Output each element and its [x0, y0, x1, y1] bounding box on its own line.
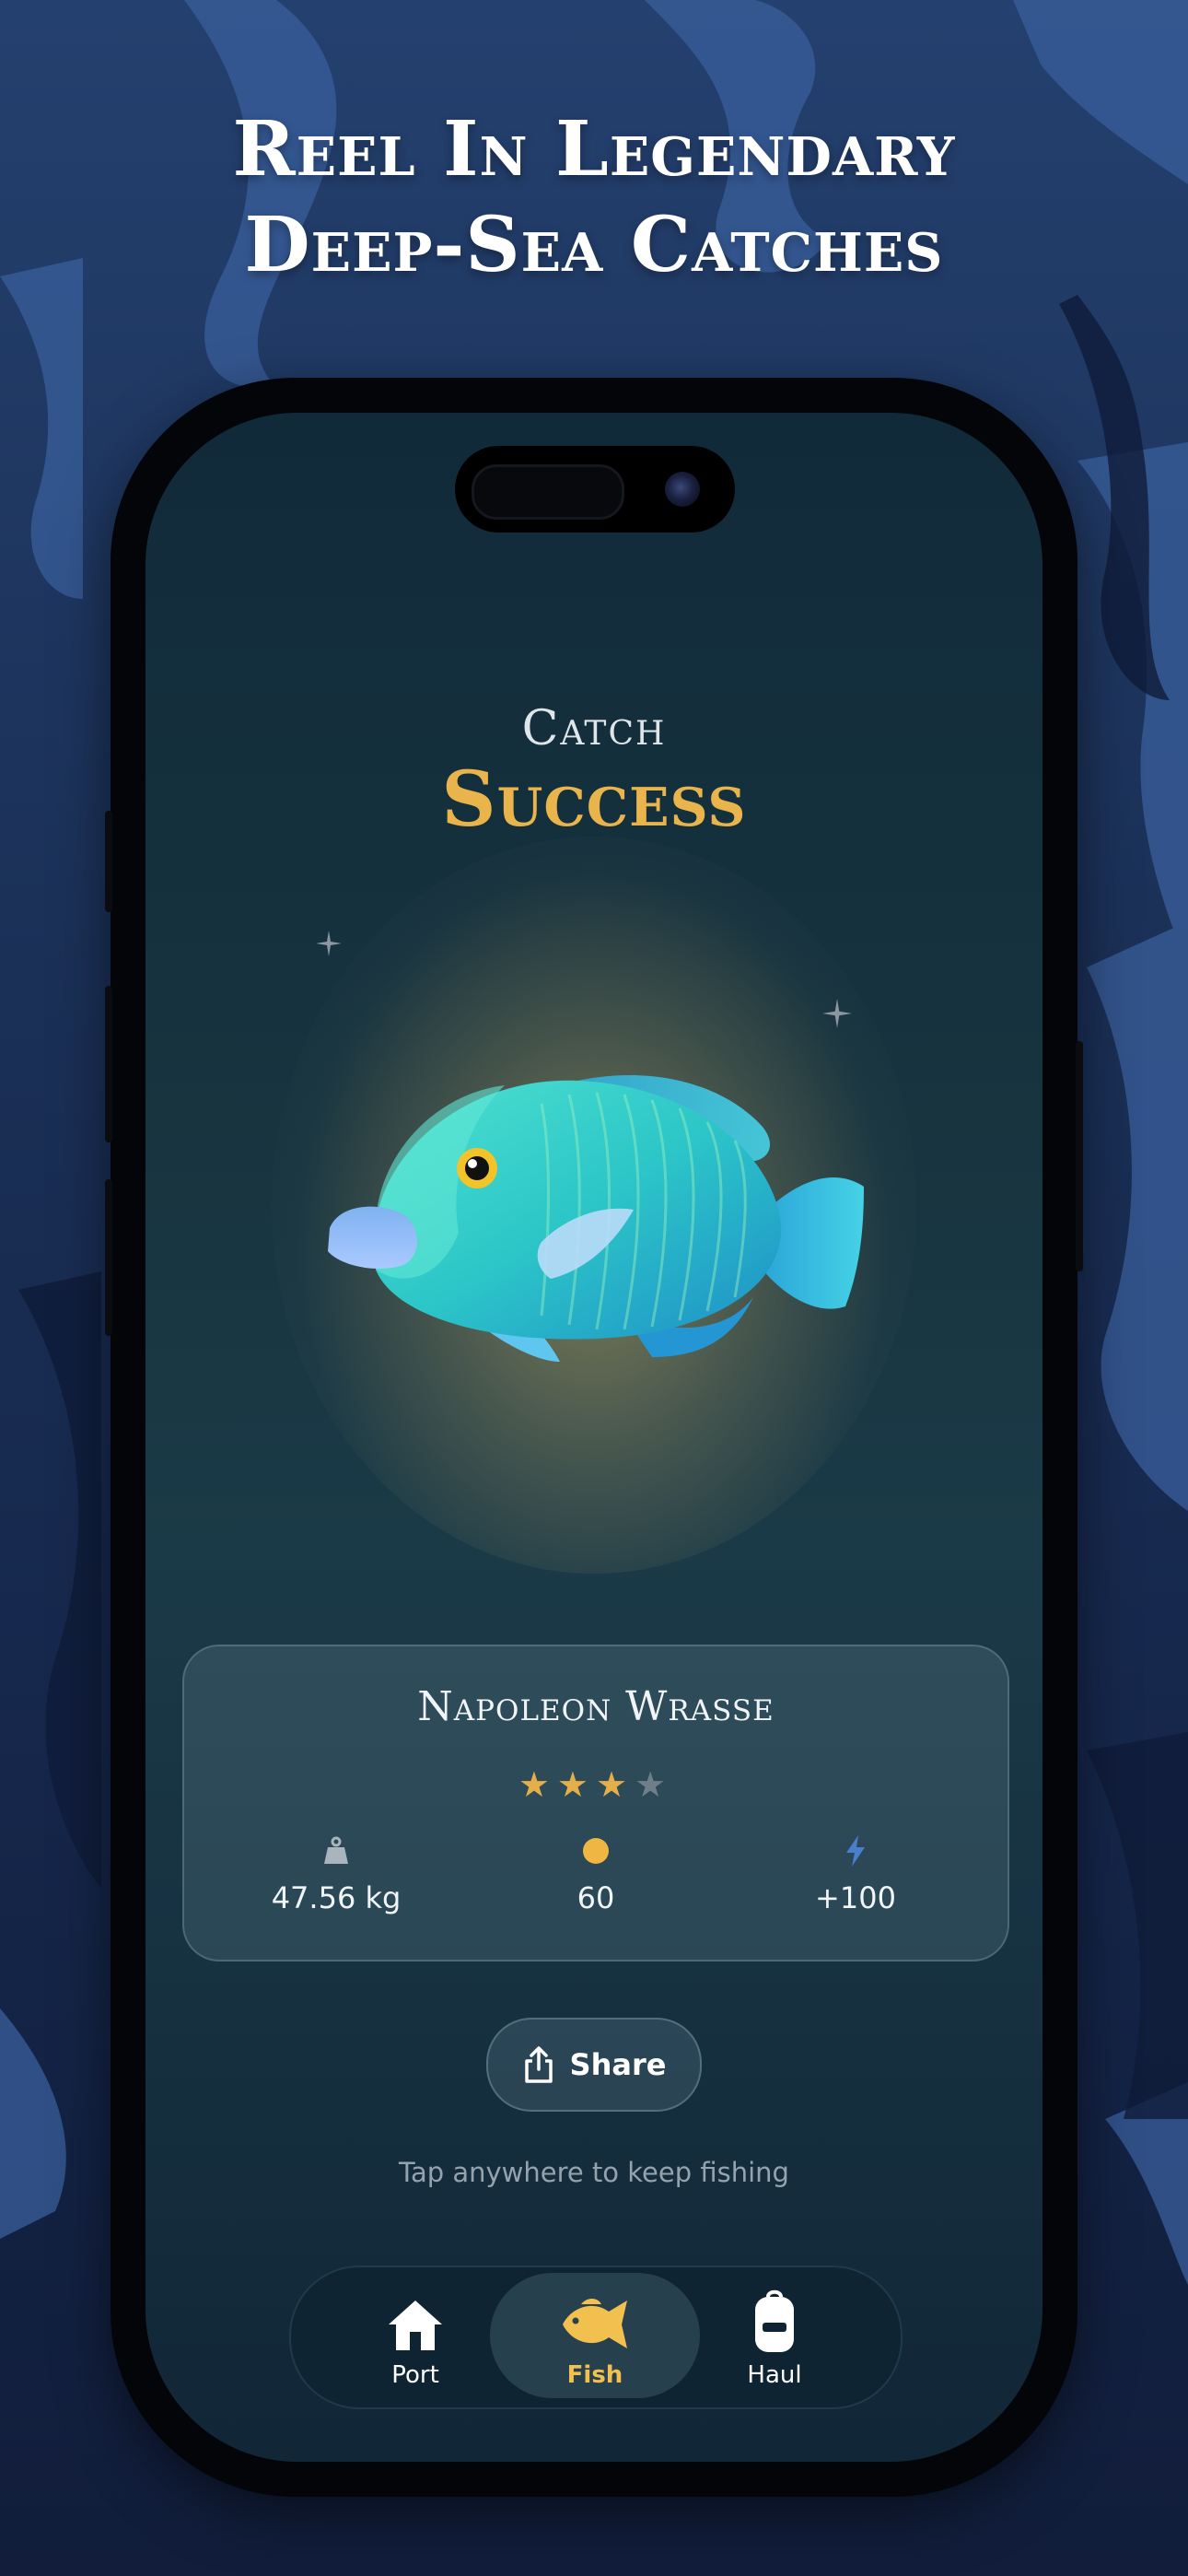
catch-title: Catch [521, 701, 667, 756]
phone-power-button [1076, 1041, 1083, 1271]
lightning-icon [736, 1831, 975, 1871]
star-filled-icon: ★ [596, 1764, 635, 1805]
stat-weight: 47.56 kg [216, 1831, 456, 1915]
bottom-tab-bar: Port Fish Haul [289, 2266, 903, 2409]
backpack-icon [705, 2284, 844, 2354]
weight-value: 47.56 kg [271, 1880, 402, 1915]
fish-name: Napoleon Wrasse [417, 1683, 775, 1730]
phone-volume-up-button [105, 986, 112, 1142]
headline-line-2: Deep-Sea Catches [244, 201, 944, 289]
star-filled-icon: ★ [556, 1764, 596, 1805]
rating-stars: ★★★★ [184, 1764, 1007, 1805]
share-button[interactable]: Share [486, 2018, 702, 2112]
share-icon [524, 2046, 553, 2083]
share-label: Share [569, 2047, 667, 2082]
tab-haul[interactable]: Haul [705, 2273, 844, 2398]
star-empty-icon: ★ [635, 1764, 674, 1805]
tab-fish[interactable]: Fish [490, 2273, 700, 2398]
phone-volume-down-button [105, 1179, 112, 1336]
phone-action-button [105, 811, 112, 912]
phone-frame: Catch Success Napoleon Wrasse ★★★★ 47.56… [105, 378, 1083, 2497]
stat-xp: +100 [736, 1831, 975, 1915]
keep-fishing-hint: Tap anywhere to keep fishing [399, 2157, 789, 2188]
dynamic-island [455, 446, 735, 533]
house-icon [346, 2284, 484, 2354]
tab-label: Haul [747, 2361, 802, 2389]
xp-value: +100 [815, 1880, 896, 1915]
sparkle-icon [822, 999, 852, 1028]
coin-icon [476, 1831, 716, 1871]
star-filled-icon: ★ [518, 1764, 557, 1805]
success-title: Success [441, 755, 747, 844]
fish-icon [490, 2284, 700, 2354]
tab-label: Port [391, 2361, 439, 2389]
sparkle-icon [316, 931, 342, 956]
tab-port[interactable]: Port [346, 2273, 484, 2398]
app-screen[interactable]: Catch Success Napoleon Wrasse ★★★★ 47.56… [146, 413, 1042, 2462]
camera-icon [665, 472, 700, 507]
napoleon-wrasse-illustration [328, 1074, 864, 1362]
headline-line-1: Reel In Legendary [232, 105, 956, 193]
promo-headline: Reel In Legendary Deep-Sea Catches [0, 101, 1188, 293]
stat-coins: 60 [476, 1831, 716, 1915]
catch-details-card: Napoleon Wrasse ★★★★ 47.56 kg 60 +100 [182, 1645, 1009, 1961]
island-sensor [472, 464, 624, 520]
tab-label: Fish [566, 2361, 623, 2389]
coin-value: 60 [577, 1880, 615, 1915]
weight-icon [216, 1831, 456, 1871]
